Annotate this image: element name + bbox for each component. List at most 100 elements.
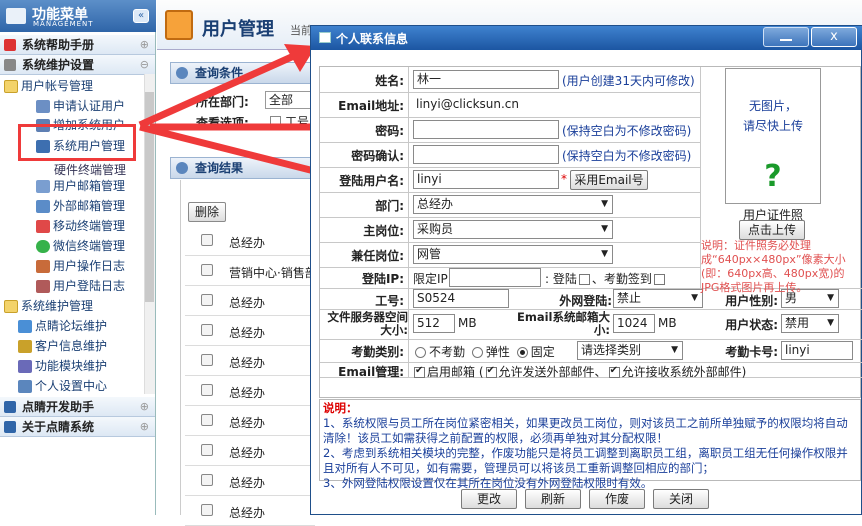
refresh-button[interactable]: 刷新 (525, 489, 581, 509)
expand-icon[interactable]: ⊕ (140, 417, 149, 437)
tree-item-system-user-manage[interactable]: 系统用户管理 (36, 137, 125, 154)
card-number-field[interactable]: linyi (781, 341, 853, 360)
section-about[interactable]: 关于点睛系统 ⊕ (0, 417, 155, 437)
tree-item-hardware[interactable]: 硬件终端管理 (54, 161, 126, 178)
option-empno-label: 工号 (285, 115, 310, 129)
file-space-field[interactable]: 512 (413, 314, 455, 333)
table-row[interactable]: 营销中心·销售部 (185, 256, 317, 286)
sidebar-scroll-thumb[interactable] (145, 92, 154, 302)
ip-field[interactable] (449, 268, 541, 287)
table-row[interactable]: 总经办 (185, 226, 315, 256)
table-row[interactable]: 总经办 (185, 376, 315, 406)
dialog-titlebar[interactable]: 个人联系信息 x (311, 26, 862, 50)
row-checkbox[interactable] (201, 504, 213, 516)
option-checkbox[interactable] (270, 116, 281, 127)
attend-none-radio[interactable] (415, 347, 426, 358)
tree-item-modules[interactable]: 功能模块维护 (18, 357, 107, 374)
password-field[interactable] (413, 120, 559, 139)
attend-flex-radio[interactable] (471, 347, 483, 358)
row-checkbox[interactable] (201, 354, 213, 366)
tree-item-system-maintenance[interactable]: 系统维护管理 (4, 297, 93, 314)
row-checkbox[interactable] (201, 234, 213, 246)
section-dev-assistant[interactable]: 点睛开发助手 ⊕ (0, 397, 155, 417)
table-row[interactable]: 总经办 (185, 436, 315, 466)
collapse-icon[interactable]: ⊖ (140, 55, 149, 75)
tree-item-operation-log[interactable]: 用户操作日志 (36, 257, 125, 274)
attendance-category-select[interactable]: 请选择类别 ▼ (577, 341, 683, 360)
main-post-select[interactable]: 采购员 ▼ (413, 220, 613, 239)
query-panel-header[interactable]: 查询条件 (170, 62, 330, 84)
row-checkbox[interactable] (201, 444, 213, 456)
table-row[interactable]: 总经办 (185, 316, 315, 346)
login-name-field[interactable]: linyi (413, 170, 559, 189)
ip-login-checkbox[interactable] (578, 274, 590, 285)
row-department: 总经办 (229, 236, 266, 250)
tree-item-customer[interactable]: 客户信息维护 (18, 337, 107, 354)
tree-item-wechat[interactable]: 微信终端管理 (36, 237, 125, 254)
use-email-button[interactable]: 采用Email号 (570, 170, 648, 190)
table-row[interactable]: 总经办 (185, 496, 315, 526)
attend-fixed-radio[interactable] (516, 347, 528, 358)
table-row[interactable]: 总经办 (185, 346, 315, 376)
confirm-password-label: 密码确认: (351, 149, 404, 163)
empno-field[interactable]: S0524 (413, 289, 509, 308)
void-button[interactable]: 作废 (589, 489, 645, 509)
login-ip-label: 登陆IP: (361, 272, 404, 286)
external-login-select[interactable]: 禁止 ▼ (613, 289, 703, 308)
instructions-note: 说明： 1、系统权限与员工所在岗位紧密相关，如果更改员工岗位，则对该员工之前所单… (319, 399, 861, 490)
ip-checkin-checkbox[interactable] (653, 274, 665, 285)
allow-receive-external-checkbox[interactable] (608, 365, 620, 378)
collapse-circle-icon[interactable] (176, 162, 188, 174)
close-dialog-button[interactable]: 关闭 (653, 489, 709, 509)
main-post-label: 主岗位: (363, 224, 404, 238)
tree-item-personal-settings[interactable]: 个人设置中心 (18, 377, 107, 394)
table-row[interactable]: 总经办 (185, 406, 315, 436)
double-chevron-left-icon[interactable]: « (133, 9, 149, 23)
tree-item-login-log[interactable]: 用户登陆日志 (36, 277, 125, 294)
dialog-title: 个人联系信息 (336, 32, 409, 46)
allow-send-external-checkbox[interactable] (485, 365, 497, 378)
tree-item-mobile[interactable]: 移动终端管理 (36, 217, 125, 234)
dept-filter-select[interactable]: 全部 (265, 91, 313, 109)
question-mark-icon: ? (764, 159, 782, 194)
enable-mailbox-checkbox[interactable] (414, 365, 425, 378)
mail-size-field[interactable]: 1024 (613, 314, 655, 333)
user-status-select[interactable]: 禁用 ▼ (781, 314, 839, 333)
row-checkbox[interactable] (201, 264, 213, 276)
folder-icon (4, 300, 18, 313)
folder-icon (4, 80, 18, 93)
mail-size-label: Email系统邮箱大小: (517, 310, 610, 337)
close-button[interactable]: x (811, 27, 857, 47)
confirm-password-field[interactable] (413, 145, 559, 164)
tree-item-apply-verify[interactable]: 申请认证用户 (36, 97, 125, 114)
row-checkbox[interactable] (201, 384, 213, 396)
person-settings-icon (18, 380, 32, 393)
delete-button[interactable]: 删除 (188, 202, 226, 222)
tree-item-forum[interactable]: 点睛论坛维护 (18, 317, 107, 334)
results-panel-header[interactable]: 查询结果 (170, 157, 330, 179)
collapse-circle-icon[interactable] (176, 67, 188, 79)
current-location: 当前 (290, 24, 312, 37)
department-label: 部门: (375, 199, 404, 213)
update-button[interactable]: 更改 (461, 489, 517, 509)
tree-item-external-mailbox[interactable]: 外部邮箱管理 (36, 197, 125, 214)
table-row[interactable]: 总经办 (185, 286, 315, 316)
row-checkbox[interactable] (201, 474, 213, 486)
name-field[interactable]: 林一 (413, 70, 559, 89)
row-checkbox[interactable] (201, 414, 213, 426)
side-post-select[interactable]: 网管 ▼ (413, 245, 613, 264)
user-icon (36, 100, 50, 113)
row-checkbox[interactable] (201, 294, 213, 306)
section-system-maintenance[interactable]: 系统维护设置 ⊖ (0, 55, 155, 75)
table-row[interactable]: 总经办 (185, 466, 315, 496)
expand-icon[interactable]: ⊕ (140, 35, 149, 55)
section-help-manual[interactable]: 系统帮助手册 ⊕ (0, 35, 155, 55)
minimize-button[interactable] (763, 27, 809, 47)
upload-prompt-text: 请尽快上传 (742, 119, 803, 133)
upload-button[interactable]: 点击上传 (739, 220, 805, 240)
department-select[interactable]: 总经办 ▼ (413, 195, 613, 214)
expand-icon[interactable]: ⊕ (140, 397, 149, 417)
tree-item-user-accounts[interactable]: 用户帐号管理 (4, 77, 93, 94)
tree-item-user-mailbox[interactable]: 用户邮箱管理 (36, 177, 125, 194)
row-checkbox[interactable] (201, 324, 213, 336)
